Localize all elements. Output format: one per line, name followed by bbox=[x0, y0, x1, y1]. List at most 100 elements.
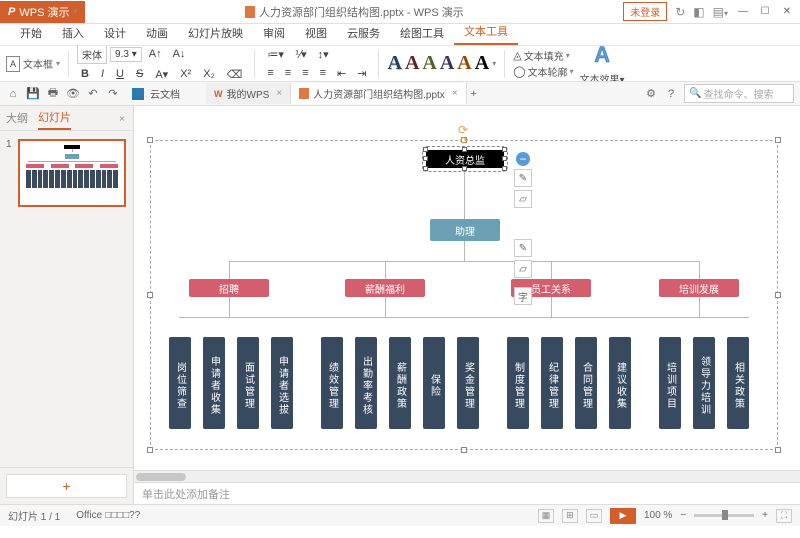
indent-dec-button[interactable]: ⇤ bbox=[333, 65, 350, 82]
align-left-button[interactable]: ≡ bbox=[263, 65, 277, 82]
org-leaf-0[interactable]: 岗位筛查 bbox=[169, 337, 191, 429]
org-leaf-7[interactable]: 保险 bbox=[423, 337, 445, 429]
org-leaf-9[interactable]: 制度管理 bbox=[507, 337, 529, 429]
style-preset-2[interactable]: A bbox=[405, 52, 419, 75]
fit-window-button[interactable]: ⛶ bbox=[776, 509, 792, 523]
maximize-button[interactable]: ☐ bbox=[758, 5, 772, 19]
zoom-slider[interactable] bbox=[694, 514, 754, 517]
text-outline-icon[interactable]: ◯ bbox=[513, 65, 525, 78]
zoom-in-button[interactable]: + bbox=[762, 510, 768, 521]
menu-design[interactable]: 设计 bbox=[94, 21, 136, 45]
hscroll-thumb[interactable] bbox=[136, 473, 186, 481]
sync-icon[interactable]: ↻ bbox=[675, 5, 685, 19]
tab-document[interactable]: 人力资源部门组织结构图.pptx × bbox=[291, 83, 467, 104]
style-shape-icon[interactable]: ▱ bbox=[514, 190, 532, 208]
zoom-out-button[interactable]: − bbox=[680, 510, 686, 521]
tab-mywps[interactable]: W 我的WPS × bbox=[206, 83, 291, 104]
bold-button[interactable]: B bbox=[77, 66, 93, 82]
align-justify-button[interactable]: ≡ bbox=[316, 65, 330, 82]
cloud-cube-icon[interactable] bbox=[132, 88, 144, 100]
org-leaf-6[interactable]: 薪酬政策 bbox=[389, 337, 411, 429]
menu-start[interactable]: 开始 bbox=[10, 21, 52, 45]
minimize-button[interactable]: — bbox=[736, 5, 750, 19]
add-slide-button[interactable]: + bbox=[6, 474, 127, 498]
org-leaf-4[interactable]: 绩效管理 bbox=[321, 337, 343, 429]
org-node-root[interactable]: ⟳ 人资总监 bbox=[425, 149, 505, 169]
text-style-gallery[interactable]: A A A A A A ▾ bbox=[387, 52, 496, 75]
menu-icon[interactable]: ▤▾ bbox=[713, 5, 728, 19]
sidepanel-close[interactable]: × bbox=[119, 114, 127, 125]
style-preset-6[interactable]: A bbox=[475, 52, 489, 75]
new-tab-button[interactable]: + bbox=[467, 87, 481, 101]
reading-view-button[interactable]: ▭ bbox=[586, 509, 602, 523]
italic-button[interactable]: I bbox=[97, 66, 108, 82]
home-icon[interactable]: ⌂ bbox=[6, 87, 20, 101]
cloud-doc-label[interactable]: 云文档 bbox=[150, 86, 180, 101]
org-leaf-2[interactable]: 面试管理 bbox=[237, 337, 259, 429]
style-preset-3[interactable]: A bbox=[422, 52, 436, 75]
org-leaf-12[interactable]: 建议收集 bbox=[609, 337, 631, 429]
font-name-combo[interactable]: 宋体 bbox=[77, 46, 107, 64]
org-leaf-14[interactable]: 领导力培训 bbox=[693, 337, 715, 429]
menu-text-tools[interactable]: 文本工具 bbox=[454, 19, 518, 45]
grow-font-button[interactable]: A↑ bbox=[145, 46, 166, 62]
slide-thumbnail-1[interactable] bbox=[18, 139, 126, 207]
text-outline-label[interactable]: 文本轮廓 bbox=[528, 64, 568, 79]
menu-cloud[interactable]: 云服务 bbox=[337, 21, 390, 45]
shrink-font-button[interactable]: A↓ bbox=[169, 46, 190, 62]
print-icon[interactable]: 🖶 bbox=[46, 87, 60, 101]
normal-view-button[interactable]: ▦ bbox=[538, 509, 554, 523]
org-leaf-8[interactable]: 奖金管理 bbox=[457, 337, 479, 429]
text-char-icon[interactable]: 字 bbox=[514, 287, 532, 305]
menu-animation[interactable]: 动画 bbox=[136, 21, 178, 45]
slide[interactable]: ⟳ bbox=[144, 112, 784, 470]
collapse-node-icon[interactable]: − bbox=[516, 152, 530, 166]
org-leaf-11[interactable]: 合同管理 bbox=[575, 337, 597, 429]
indent-inc-button[interactable]: ⇥ bbox=[353, 65, 370, 82]
menu-insert[interactable]: 插入 bbox=[52, 21, 94, 45]
numbering-button[interactable]: ⅟▾ bbox=[291, 46, 311, 63]
login-button[interactable]: 未登录 bbox=[623, 2, 667, 21]
tab-document-close[interactable]: × bbox=[449, 88, 458, 99]
rotate-handle[interactable]: ⟳ bbox=[458, 123, 468, 137]
style-preset-5[interactable]: A bbox=[457, 52, 471, 75]
slides-tab[interactable]: 幻灯片 bbox=[38, 109, 71, 130]
font-color-button[interactable]: A▾ bbox=[151, 66, 172, 83]
text-effect-label[interactable]: 文本效果▾ bbox=[580, 71, 625, 83]
tab-mywps-close[interactable]: × bbox=[273, 88, 282, 99]
sorter-view-button[interactable]: ⊞ bbox=[562, 509, 578, 523]
strike-button[interactable]: S bbox=[132, 66, 147, 82]
underline-button[interactable]: U bbox=[112, 66, 128, 82]
app-menu-chevron[interactable]: ▾ bbox=[73, 7, 77, 16]
org-leaf-1[interactable]: 申请者收集 bbox=[203, 337, 225, 429]
align-right-button[interactable]: ≡ bbox=[298, 65, 312, 82]
style-gallery-more[interactable]: ▾ bbox=[492, 59, 496, 68]
node-rotate-icon[interactable]: ⟳ bbox=[460, 136, 468, 147]
font-size-combo[interactable]: 9.3 ▾ bbox=[110, 47, 142, 62]
slideshow-button[interactable]: ▶ bbox=[610, 508, 636, 524]
horizontal-scrollbar[interactable] bbox=[134, 470, 800, 482]
style-preset-1[interactable]: A bbox=[387, 52, 401, 75]
menu-drawing-tools[interactable]: 绘图工具 bbox=[390, 21, 454, 45]
text-fill-icon[interactable]: ◬ bbox=[513, 49, 521, 62]
style-preset-4[interactable]: A bbox=[440, 52, 454, 75]
subscript-button[interactable]: X₂ bbox=[199, 66, 219, 82]
org-leaf-3[interactable]: 申请者选拔 bbox=[271, 337, 293, 429]
undo-icon[interactable]: ↶ bbox=[86, 87, 100, 101]
slide-canvas[interactable]: ⟳ bbox=[134, 106, 800, 470]
menu-view[interactable]: 视图 bbox=[295, 21, 337, 45]
zoom-thumb[interactable] bbox=[722, 510, 728, 520]
org-leaf-13[interactable]: 培训项目 bbox=[659, 337, 681, 429]
org-leaf-15[interactable]: 相关政策 bbox=[727, 337, 749, 429]
textbox-icon[interactable]: A bbox=[6, 56, 20, 72]
org-node-assistant[interactable]: 助理 bbox=[430, 219, 500, 241]
menu-slideshow[interactable]: 幻灯片放映 bbox=[178, 21, 253, 45]
skin-icon[interactable]: ◧ bbox=[693, 5, 704, 19]
chart-selection-box[interactable]: ⟳ bbox=[150, 140, 778, 450]
redo-icon[interactable]: ↷ bbox=[106, 87, 120, 101]
text-fill-label[interactable]: 文本填充 bbox=[524, 48, 564, 63]
outline-tab[interactable]: 大纲 bbox=[6, 110, 28, 129]
edit-shape-icon-2[interactable]: ✎ bbox=[514, 239, 532, 257]
style-shape-icon-2[interactable]: ▱ bbox=[514, 260, 532, 278]
options-icon[interactable]: ⚙ bbox=[644, 87, 658, 101]
